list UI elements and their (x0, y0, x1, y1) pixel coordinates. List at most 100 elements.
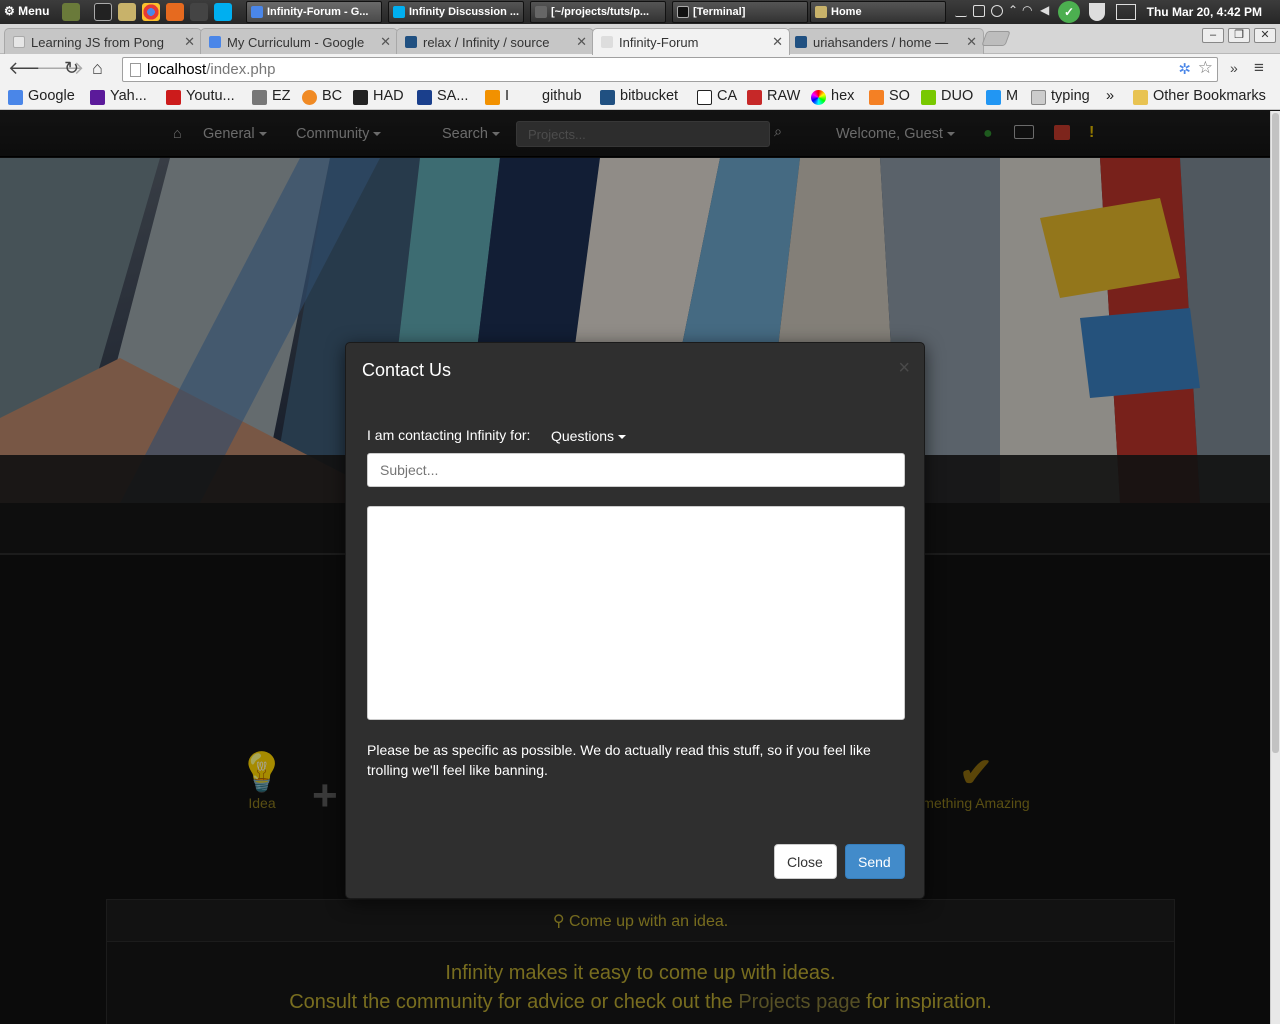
tab-learning-js[interactable]: Learning JS from Pong ✕ (4, 28, 202, 54)
send-button[interactable]: Send (845, 844, 905, 879)
bookmark-yahoo[interactable]: Yah... (90, 88, 147, 105)
folder-icon (1133, 90, 1148, 105)
minimize-button[interactable]: – (1202, 28, 1224, 43)
tab-my-curriculum[interactable]: My Curriculum - Google ✕ (200, 28, 398, 54)
bookmark-so[interactable]: SO (869, 88, 910, 105)
bookmark-favicon-icon (921, 90, 936, 105)
menu-icon[interactable]: ≡ (1254, 58, 1264, 78)
bookmark-favicon-icon (353, 90, 368, 105)
bookmark-favicon-icon (1031, 90, 1046, 105)
volume-icon[interactable]: ◀ (1040, 3, 1049, 17)
extensions-overflow-icon[interactable]: » (1230, 60, 1238, 76)
firefox-icon[interactable] (166, 3, 184, 21)
bookmark-had[interactable]: HAD (353, 88, 404, 105)
maximize-button[interactable]: ❐ (1228, 28, 1250, 43)
bookmark-google[interactable]: Google (8, 88, 75, 105)
bitbucket-icon (405, 36, 417, 48)
task-home[interactable]: Home (810, 1, 946, 23)
bookmark-typing[interactable]: typing (1031, 88, 1090, 105)
bookmark-m[interactable]: M (986, 88, 1018, 105)
page-scrollbar[interactable] (1270, 111, 1280, 1024)
desktop-icon[interactable] (62, 3, 80, 21)
contact-us-modal: Contact Us × I am contacting Infinity fo… (345, 342, 925, 899)
task-infinity-discussion[interactable]: Infinity Discussion ... (388, 1, 524, 23)
close-window-button[interactable]: ✕ (1254, 28, 1276, 43)
folder-icon[interactable] (118, 3, 136, 21)
modal-title: Contact Us (362, 360, 452, 380)
wifi-icon[interactable]: ◠ (1022, 3, 1032, 17)
bookmark-favicon-icon (869, 90, 884, 105)
scrollbar-thumb[interactable] (1272, 113, 1279, 753)
chrome-icon[interactable] (142, 3, 160, 21)
close-tab-icon[interactable]: ✕ (380, 34, 391, 50)
browser-toolbar: 🡐 🡒 ↻ ⌂ localhost/index.php ✲ ☆ » ≡ (0, 54, 1280, 84)
bookmark-favicon-icon (811, 90, 826, 105)
task-terminal[interactable]: [Terminal] (672, 1, 808, 23)
modal-close-icon[interactable]: × (898, 357, 910, 380)
bookmark-github[interactable]: github (522, 88, 582, 105)
bookmark-favicon-icon (600, 90, 615, 105)
network-icon[interactable] (1116, 4, 1136, 20)
bookmark-i[interactable]: I (485, 88, 509, 105)
skype-icon[interactable] (214, 3, 232, 21)
browser-tab-strip: Learning JS from Pong ✕ My Curriculum - G… (0, 24, 1280, 55)
dropbox-icon[interactable] (991, 5, 1003, 17)
home-icon[interactable]: ⌂ (92, 58, 103, 79)
bookmarks-bar: Google Yah... Youtu... EZ BC HAD SA... I… (0, 84, 1280, 110)
os-taskbar: ⚙ Menu Infinity-Forum - G... Infinity Di… (0, 0, 1280, 24)
close-tab-icon[interactable]: ✕ (772, 34, 783, 50)
bookmark-ez[interactable]: EZ (252, 88, 291, 105)
minimize-all-icon[interactable] (955, 5, 967, 17)
bookmark-raw[interactable]: RAW (747, 88, 800, 105)
display-icon[interactable] (973, 5, 985, 17)
bookmark-hex[interactable]: hex (811, 88, 854, 105)
terminal-icon (677, 6, 689, 18)
chrome-icon (251, 6, 263, 18)
bookmark-star-icon[interactable]: ☆ (1198, 58, 1213, 78)
bookmark-favicon-icon (166, 90, 181, 105)
tab-relax-infinity[interactable]: relax / Infinity / source ✕ (396, 28, 594, 54)
skype-icon (393, 6, 405, 18)
editor-icon (535, 6, 547, 18)
github-icon (522, 90, 537, 105)
google-docs-icon (209, 36, 221, 48)
caret-down-icon (618, 435, 627, 440)
update-check-icon[interactable]: ✓ (1058, 1, 1080, 23)
address-bar[interactable]: localhost/index.php ✲ ☆ (122, 57, 1218, 82)
close-tab-icon[interactable]: ✕ (184, 34, 195, 50)
other-bookmarks-folder[interactable]: Other Bookmarks (1133, 88, 1266, 105)
tab-infinity-forum[interactable]: Infinity-Forum ✕ (592, 28, 790, 55)
contact-reason-dropdown[interactable]: Questions (551, 428, 627, 444)
bookmark-favicon-icon (302, 90, 317, 105)
modal-help-text: Please be as specific as possible. We do… (367, 742, 871, 778)
bookmark-favicon-icon (485, 90, 500, 105)
message-textarea[interactable] (367, 506, 905, 720)
bookmark-favicon-icon (986, 90, 1001, 105)
clock[interactable]: Thu Mar 20, 4:42 PM (1147, 5, 1262, 19)
arrow-up-icon[interactable]: ⌃ (1008, 3, 1018, 17)
subject-input[interactable] (367, 453, 905, 487)
bookmark-sa[interactable]: SA... (417, 88, 468, 105)
bookmark-ca[interactable]: CA (697, 88, 737, 105)
task-infinity-forum[interactable]: Infinity-Forum - G... (246, 1, 382, 23)
close-button[interactable]: Close (774, 844, 837, 879)
reload-icon[interactable]: ↻ (64, 58, 79, 79)
new-tab-button[interactable] (981, 31, 1011, 46)
tab-uriahsanders-home[interactable]: uriahsanders / home — ✕ (786, 28, 984, 54)
bookmarks-overflow-button[interactable]: » (1106, 88, 1114, 104)
bookmark-bitbucket[interactable]: bitbucket (600, 88, 678, 105)
page-icon (13, 36, 25, 48)
sublime-icon[interactable] (190, 3, 208, 21)
extension-icon[interactable]: ✲ (1178, 60, 1191, 78)
start-menu-button[interactable]: ⚙ Menu (4, 4, 49, 18)
shield-icon[interactable] (1089, 3, 1105, 21)
bookmark-duo[interactable]: DUO (921, 88, 973, 105)
terminal-icon[interactable] (94, 3, 112, 21)
page-icon (601, 36, 613, 48)
bookmark-bc[interactable]: BC (302, 88, 342, 105)
task-editor[interactable]: [~/projects/tuts/p... (530, 1, 666, 23)
close-tab-icon[interactable]: ✕ (966, 34, 977, 50)
close-tab-icon[interactable]: ✕ (576, 34, 587, 50)
bookmark-youtube[interactable]: Youtu... (166, 88, 235, 105)
contact-reason-label: I am contacting Infinity for: (367, 427, 531, 443)
